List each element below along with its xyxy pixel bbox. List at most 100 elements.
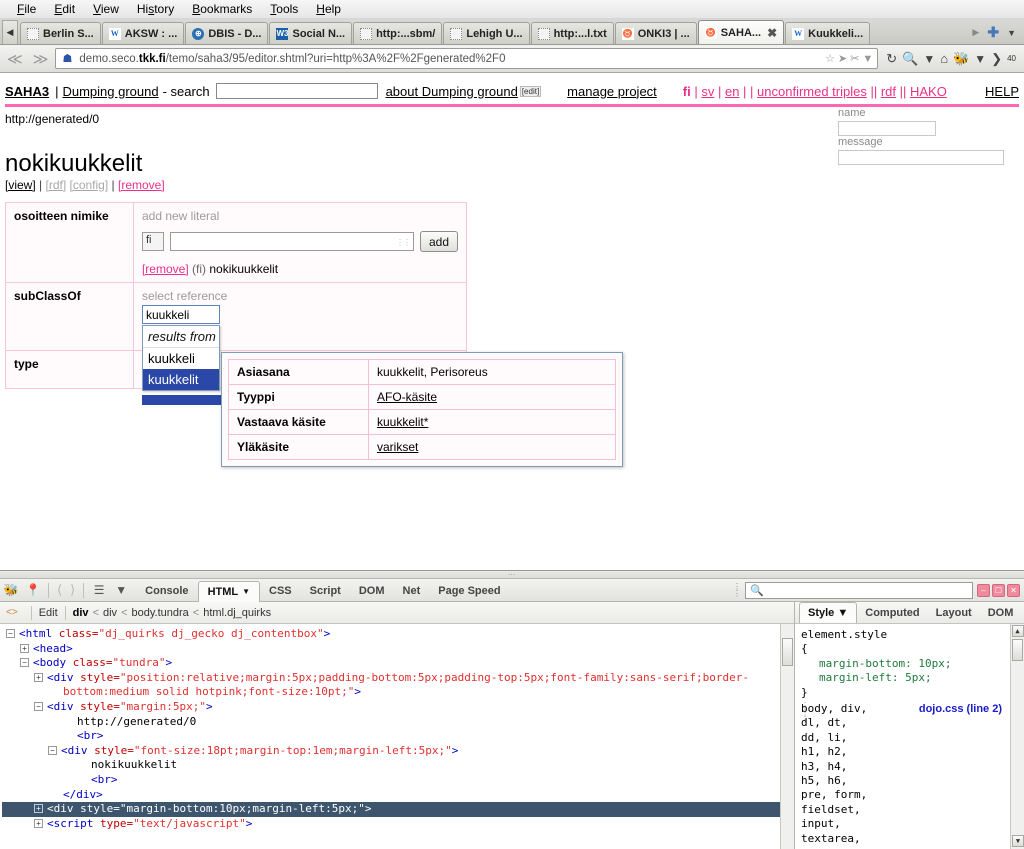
bookmark-star-icon[interactable]: ☆ <box>825 52 835 65</box>
menu-view[interactable]: View <box>84 0 128 19</box>
autocomplete-option-kuukkeli[interactable]: kuukkeli <box>143 348 219 369</box>
code-icon[interactable]: <> <box>6 607 24 618</box>
back-button[interactable]: ≪ <box>4 50 26 68</box>
lang-sv[interactable]: sv <box>701 84 714 99</box>
browser-tab-6[interactable]: http:...l.txt <box>530 22 614 44</box>
breadcrumb-item-0[interactable]: div <box>73 607 89 619</box>
html-tree-row[interactable]: + <script type="text/javascript"> <box>2 817 794 832</box>
css-pane-scrollbar[interactable]: ▲ ▼ <box>1010 624 1024 849</box>
firebug-tab-net[interactable]: Net <box>394 581 430 602</box>
saha-logo-link[interactable]: SAHA3 <box>5 84 49 99</box>
about-edit-button[interactable]: [edit] <box>519 85 542 97</box>
menu-bookmarks[interactable]: Bookmarks <box>183 0 261 19</box>
literal-text-input[interactable]: ⋮⋮ <box>169 232 414 251</box>
html-pane-scrollbar[interactable] <box>780 624 794 849</box>
overflow-icon[interactable]: ❯ <box>991 51 1002 67</box>
html-tree-row[interactable]: − <div style="font-size:18pt;margin-top:1… <box>2 744 794 759</box>
inspect-element-icon[interactable]: 📍 <box>22 583 44 597</box>
add-literal-button[interactable]: add <box>419 231 458 252</box>
browser-tab-9[interactable]: W Kuukkeli... <box>785 22 871 44</box>
css-declaration[interactable]: margin-left: 5px; <box>801 671 1024 685</box>
firebug-chevron-down-icon[interactable]: ▼ <box>974 52 986 66</box>
browser-tab-4[interactable]: http:...sbm/ <box>353 22 443 44</box>
html-tree-row[interactable]: − <div style="margin:5px;"> <box>2 700 794 715</box>
expand-icon[interactable]: + <box>34 804 43 814</box>
browser-tab-3[interactable]: W3 Social N... <box>269 22 353 44</box>
breadcrumb-item-1[interactable]: div <box>103 607 117 619</box>
browser-tab-2[interactable]: ⊕ DBIS - D... <box>185 22 269 44</box>
expand-icon[interactable]: + <box>20 643 29 653</box>
firebug-tab-console[interactable]: Console <box>136 581 197 602</box>
expand-icon[interactable]: + <box>34 672 43 682</box>
search-icon[interactable]: 🔍 <box>902 51 918 67</box>
chevron-down-icon[interactable]: ▼ <box>837 607 848 619</box>
browser-tab-7[interactable]: ♉ ONKI3 | ... <box>614 22 697 44</box>
search-input[interactable] <box>215 83 378 99</box>
firebug-tab-dom[interactable]: DOM <box>350 581 394 602</box>
edit-button[interactable]: Edit <box>39 607 58 619</box>
tab-list-chevron-down-icon[interactable]: ▼ <box>1007 28 1016 38</box>
hako-link[interactable]: HAKO <box>910 84 947 99</box>
collapse-icon[interactable]: − <box>6 629 15 638</box>
firebug-search-input[interactable]: 🔍 <box>745 581 973 599</box>
css-declaration[interactable]: margin-bottom: 10px; <box>801 657 1024 671</box>
resize-grip-icon[interactable]: ⋮⋮ <box>396 238 411 247</box>
tab-style[interactable]: Style ▼ <box>799 602 858 623</box>
css-rules-view[interactable]: element.style { margin-bottom: 10px; mar… <box>795 624 1024 849</box>
tab-scroll-left-button[interactable]: ◀ <box>2 20 18 44</box>
lang-fi[interactable]: fi <box>683 84 691 99</box>
about-project-link[interactable]: about Dumping ground <box>386 84 518 99</box>
browser-tab-0[interactable]: Berlin S... <box>20 22 101 44</box>
scroll-up-button[interactable]: ▲ <box>1011 625 1024 637</box>
scroll-down-button[interactable]: ▼ <box>1012 835 1024 847</box>
literal-language-select[interactable]: fi <box>141 232 164 251</box>
firebug-forward-icon[interactable]: ⟩ <box>66 582 79 598</box>
home-icon[interactable]: ⌂ <box>940 51 948 66</box>
html-tree-row[interactable]: bottom:medium solid hotpink;font-size:10… <box>2 685 794 700</box>
project-link[interactable]: Dumping ground <box>62 84 158 99</box>
collapse-icon[interactable]: − <box>48 745 57 755</box>
expand-icon[interactable]: + <box>34 818 43 828</box>
new-tab-button[interactable]: ✚ <box>987 24 999 41</box>
firebug-menu-icon[interactable]: ☰ <box>88 583 110 597</box>
menu-help[interactable]: Help <box>307 0 350 19</box>
html-tree-row[interactable]: </div> <box>2 788 794 803</box>
chevron-down-icon[interactable]: ▼ <box>242 587 250 596</box>
tab-computed[interactable]: Computed <box>857 605 927 621</box>
firebug-tab-css[interactable]: CSS <box>260 581 301 602</box>
html-tree-row[interactable]: − <html class="dj_quirks dj_gecko dj_cont… <box>2 627 794 642</box>
firebug-tab-html[interactable]: HTML ▼ <box>197 580 261 602</box>
css-source-link[interactable]: dojo.css (line 2) <box>919 702 1002 716</box>
browser-tab-8[interactable]: ♉ SAHA... ✖ <box>697 20 785 44</box>
html-tree-row[interactable]: + <div style="margin-bottom:10px;margin-l… <box>2 802 794 817</box>
browser-tab-5[interactable]: Lehigh U... <box>443 22 530 44</box>
html-tree-row[interactable]: http://generated/0 <box>2 715 794 730</box>
html-source-tree[interactable]: − <html class="dj_quirks dj_gecko dj_cont… <box>0 624 794 849</box>
action-view[interactable]: [view] <box>5 178 36 192</box>
html-tree-row[interactable]: <br> <box>2 729 794 744</box>
name-field[interactable] <box>838 121 936 136</box>
concept-link-vastaava-kasite[interactable]: kuukkelit* <box>377 415 428 429</box>
firebug-close-button[interactable]: ✕ <box>1007 583 1020 597</box>
firebug-minimize-button[interactable]: – <box>977 583 990 597</box>
autocomplete-option-kuukkelit[interactable]: kuukkelit <box>142 369 219 390</box>
close-icon[interactable]: ✖ <box>767 26 777 40</box>
message-field[interactable] <box>838 150 1004 165</box>
lang-en[interactable]: en <box>725 84 739 99</box>
search-chevron-down-icon[interactable]: ▼ <box>923 52 935 66</box>
manage-project-link[interactable]: manage project <box>567 84 657 99</box>
firebug-tab-page-speed[interactable]: Page Speed <box>429 581 509 602</box>
tab-dom[interactable]: DOM <box>980 605 1022 621</box>
menu-edit[interactable]: Edit <box>45 0 84 19</box>
tab-layout[interactable]: Layout <box>928 605 980 621</box>
html-tree-row[interactable]: <br> <box>2 773 794 788</box>
remove-literal-link[interactable]: [remove] <box>142 262 189 276</box>
breadcrumb-item-2[interactable]: body.tundra <box>132 607 189 619</box>
reload-icon[interactable]: ↻ <box>886 51 897 67</box>
scissors-icon[interactable]: ✂ <box>850 52 859 65</box>
firebug-back-icon[interactable]: ⟨ <box>53 582 66 598</box>
autocomplete-input[interactable] <box>141 305 220 324</box>
menu-file[interactable]: File <box>8 0 45 19</box>
html-tree-row[interactable]: + <div style="position:relative;margin:5p… <box>2 671 794 686</box>
unconfirmed-triples-link[interactable]: unconfirmed triples <box>757 84 867 99</box>
